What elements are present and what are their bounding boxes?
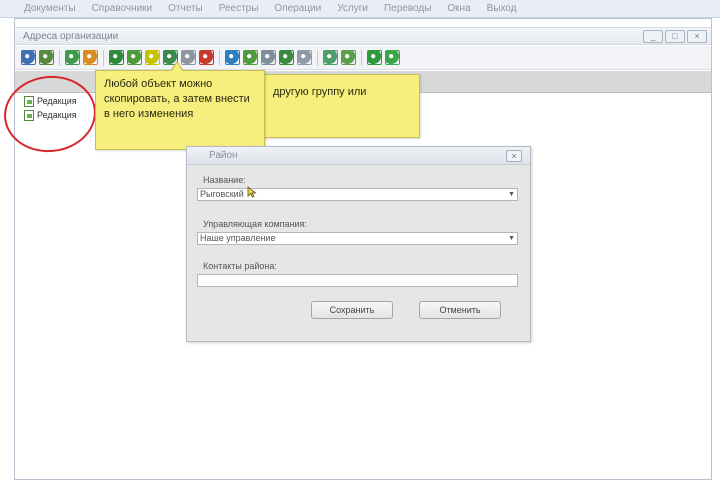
window-icon[interactable] xyxy=(323,50,338,65)
name-label: Название: xyxy=(203,175,246,185)
menu-item[interactable]: Справочники xyxy=(84,3,161,14)
add-icon[interactable] xyxy=(109,50,124,65)
save-button[interactable]: Сохранить xyxy=(311,301,393,319)
management-company-combobox[interactable]: Наше управление ▼ xyxy=(197,232,518,245)
toolbar-separator xyxy=(59,49,60,66)
refresh-icon[interactable] xyxy=(65,50,80,65)
dialog-title: Район xyxy=(209,150,238,161)
chevron-down-icon[interactable]: ▼ xyxy=(507,190,516,199)
hint-callout-copy: Любой объект можно скопировать, а затем … xyxy=(95,61,265,150)
menu-item[interactable]: Отчеты xyxy=(160,3,211,14)
sort-icon[interactable] xyxy=(261,50,276,65)
help-icon[interactable] xyxy=(367,50,382,65)
delete-icon[interactable] xyxy=(199,50,214,65)
menu-item[interactable]: Выход xyxy=(479,3,525,14)
district-contacts-input[interactable] xyxy=(197,274,518,287)
copy-icon[interactable] xyxy=(145,50,160,65)
menu-item[interactable]: Реестры xyxy=(211,3,267,14)
management-company-value: Наше управление xyxy=(200,233,276,243)
cancel-button[interactable]: Отменить xyxy=(419,301,501,319)
chevron-down-icon[interactable]: ▼ xyxy=(507,234,516,243)
folder-icon[interactable] xyxy=(83,50,98,65)
name-combobox[interactable]: Рыговский ▼ xyxy=(197,188,518,201)
toolbar-separator xyxy=(361,49,362,66)
window-titlebar: Адреса организации _ □ × xyxy=(15,27,711,45)
menu-item[interactable]: Переводы xyxy=(376,3,439,14)
menu-item[interactable]: Операции xyxy=(266,3,329,14)
dialog-titlebar: Район × xyxy=(187,147,530,165)
minimize-button[interactable]: _ xyxy=(643,30,663,43)
toolbar-separator xyxy=(317,49,318,66)
toolbar-separator xyxy=(103,49,104,66)
district-contacts-label: Контакты района: xyxy=(203,261,277,271)
filter-icon[interactable] xyxy=(243,50,258,65)
save-icon[interactable] xyxy=(21,50,36,65)
district-dialog: Район × Название: Рыговский ▼ Управляюща… xyxy=(186,146,531,342)
search-icon[interactable] xyxy=(225,50,240,65)
menu-item[interactable]: Документы xyxy=(16,3,84,14)
main-menubar: Документы Справочники Отчеты Реестры Операци… xyxy=(0,0,720,18)
mouse-cursor-icon xyxy=(247,186,257,198)
menu-item[interactable]: Услуги xyxy=(329,3,376,14)
exit-icon[interactable] xyxy=(385,50,400,65)
window-controls: _ □ × xyxy=(643,30,707,43)
export-icon[interactable] xyxy=(279,50,294,65)
management-company-label: Управляющая компания: xyxy=(203,219,307,229)
hint-callout-back: другую группу или xyxy=(250,74,420,138)
window2-icon[interactable] xyxy=(341,50,356,65)
maximize-button[interactable]: □ xyxy=(665,30,685,43)
name-value: Рыговский xyxy=(200,189,244,199)
toolbar-separator xyxy=(219,49,220,66)
toolbar xyxy=(15,46,711,70)
menu-item[interactable]: Окна xyxy=(439,3,478,14)
print-icon[interactable] xyxy=(39,50,54,65)
dialog-close-button[interactable]: × xyxy=(506,150,522,162)
close-button[interactable]: × xyxy=(687,30,707,43)
window-title: Адреса организации xyxy=(23,30,119,42)
edit-icon[interactable] xyxy=(127,50,142,65)
grid-icon[interactable] xyxy=(297,50,312,65)
